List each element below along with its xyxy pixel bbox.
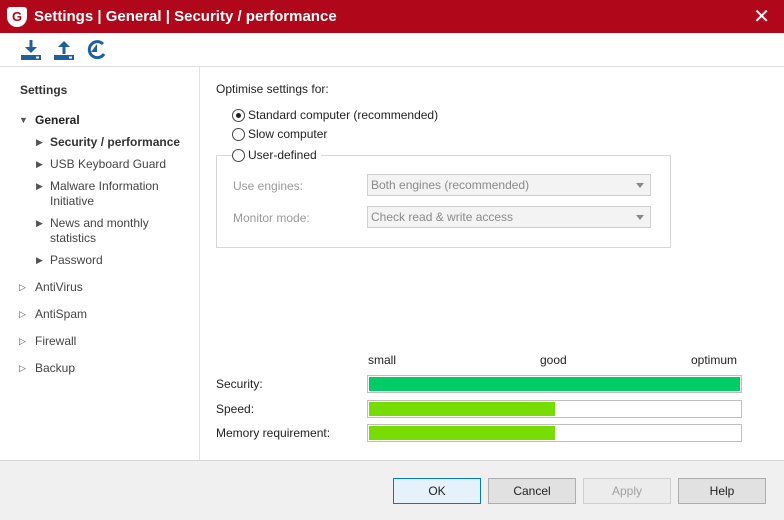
collapsed-arrow-icon: ▷	[19, 309, 26, 319]
title-bar: G Settings | General | Security / perfor…	[0, 0, 784, 33]
expanded-arrow-icon: ▼	[19, 115, 28, 125]
chevron-down-icon	[636, 215, 644, 220]
sidebar-item-security-performance[interactable]: ▶ Security / performance	[36, 135, 181, 150]
sidebar-item-label: Firewall	[35, 334, 77, 348]
window-title: Settings | General | Security / performa…	[34, 8, 337, 25]
collapsed-arrow-icon: ▶	[36, 218, 43, 228]
collapsed-arrow-icon: ▶	[36, 181, 43, 191]
meter-fill	[369, 402, 555, 416]
radio-circle	[232, 127, 245, 141]
sidebar-item-label: Backup	[35, 361, 76, 375]
sidebar-item-label: AntiSpam	[35, 307, 88, 321]
sidebar-item-label: General	[35, 113, 80, 127]
select-value: Check read & write access	[371, 210, 514, 224]
radio-circle	[232, 148, 245, 162]
security-meter	[367, 375, 742, 393]
sidebar-item-antispam[interactable]: ▷ AntiSpam	[19, 307, 88, 322]
memory-requirement-label: Memory requirement:	[216, 426, 331, 440]
sidebar-heading: Settings	[20, 83, 68, 97]
upload-icon[interactable]	[52, 38, 76, 62]
meter-fill	[369, 426, 555, 440]
radio-standard-computer[interactable]: Standard computer (recommended)	[232, 108, 438, 122]
collapsed-arrow-icon: ▷	[19, 336, 26, 346]
sidebar-item-label: USB Keyboard Guard	[50, 157, 167, 171]
radio-circle	[232, 108, 245, 122]
radio-slow-computer[interactable]: Slow computer	[232, 127, 327, 141]
monitor-mode-label: Monitor mode:	[233, 211, 310, 225]
cancel-button[interactable]: Cancel	[488, 478, 576, 504]
restore-icon[interactable]	[85, 38, 109, 62]
memory-requirement-meter	[367, 424, 742, 442]
radio-label: Standard computer (recommended)	[248, 108, 439, 122]
ok-button[interactable]: OK	[393, 478, 481, 504]
collapsed-arrow-icon: ▷	[19, 282, 26, 292]
select-value: Both engines (recommended)	[371, 178, 530, 192]
sidebar-item-label: AntiVirus	[35, 280, 83, 294]
sidebar-item-general[interactable]: ▼ General	[19, 113, 80, 128]
toolbar	[0, 33, 784, 67]
radio-label: User-defined	[248, 148, 317, 162]
speed-meter	[367, 400, 742, 418]
sidebar-item-firewall[interactable]: ▷ Firewall	[19, 334, 77, 349]
speed-label: Speed:	[216, 402, 255, 416]
apply-button[interactable]: Apply	[583, 478, 671, 504]
sidebar-item-password[interactable]: ▶ Password	[36, 253, 103, 268]
chevron-down-icon	[636, 183, 644, 188]
scale-label-good: good	[540, 353, 567, 367]
collapsed-arrow-icon: ▷	[19, 363, 26, 373]
sidebar-item-malware-information[interactable]: ▶ Malware Information Initiative	[36, 179, 180, 209]
use-engines-select: Both engines (recommended)	[367, 174, 651, 196]
settings-panel: Optimise settings for: Standard computer…	[201, 67, 784, 460]
help-button[interactable]: Help	[678, 478, 766, 504]
close-icon[interactable]: ✕	[753, 4, 770, 29]
collapsed-arrow-icon: ▶	[36, 159, 43, 169]
sidebar: Settings ▼ General ▶ Security / performa…	[0, 67, 200, 460]
gdata-logo-icon: G	[7, 6, 27, 27]
scale-label-small: small	[368, 353, 397, 367]
meter-fill	[369, 377, 740, 391]
sidebar-item-backup[interactable]: ▷ Backup	[19, 361, 76, 376]
sidebar-item-antivirus[interactable]: ▷ AntiVirus	[19, 280, 83, 295]
user-defined-group: Use engines: Both engines (recommended) …	[216, 155, 671, 248]
collapsed-arrow-icon: ▶	[36, 255, 43, 265]
monitor-mode-select: Check read & write access	[367, 206, 651, 228]
sidebar-item-label: Security / performance	[50, 135, 181, 149]
sidebar-item-usb-keyboard-guard[interactable]: ▶ USB Keyboard Guard	[36, 157, 167, 172]
sidebar-item-news-statistics[interactable]: ▶ News and monthly statistics	[36, 216, 170, 246]
use-engines-label: Use engines:	[233, 179, 304, 193]
security-label: Security:	[216, 377, 263, 391]
sidebar-item-label: News and monthly statistics	[50, 216, 149, 245]
scale-label-optimum: optimum	[691, 353, 738, 367]
sidebar-item-label: Malware Information Initiative	[50, 179, 159, 208]
dialog-footer: OK Cancel Apply Help	[0, 460, 784, 520]
optimise-label: Optimise settings for:	[216, 82, 329, 96]
radio-label: Slow computer	[248, 127, 328, 141]
sidebar-item-label: Password	[50, 253, 103, 267]
collapsed-arrow-icon: ▶	[36, 137, 43, 147]
download-icon[interactable]	[19, 38, 43, 62]
radio-user-defined[interactable]: User-defined	[232, 148, 321, 162]
